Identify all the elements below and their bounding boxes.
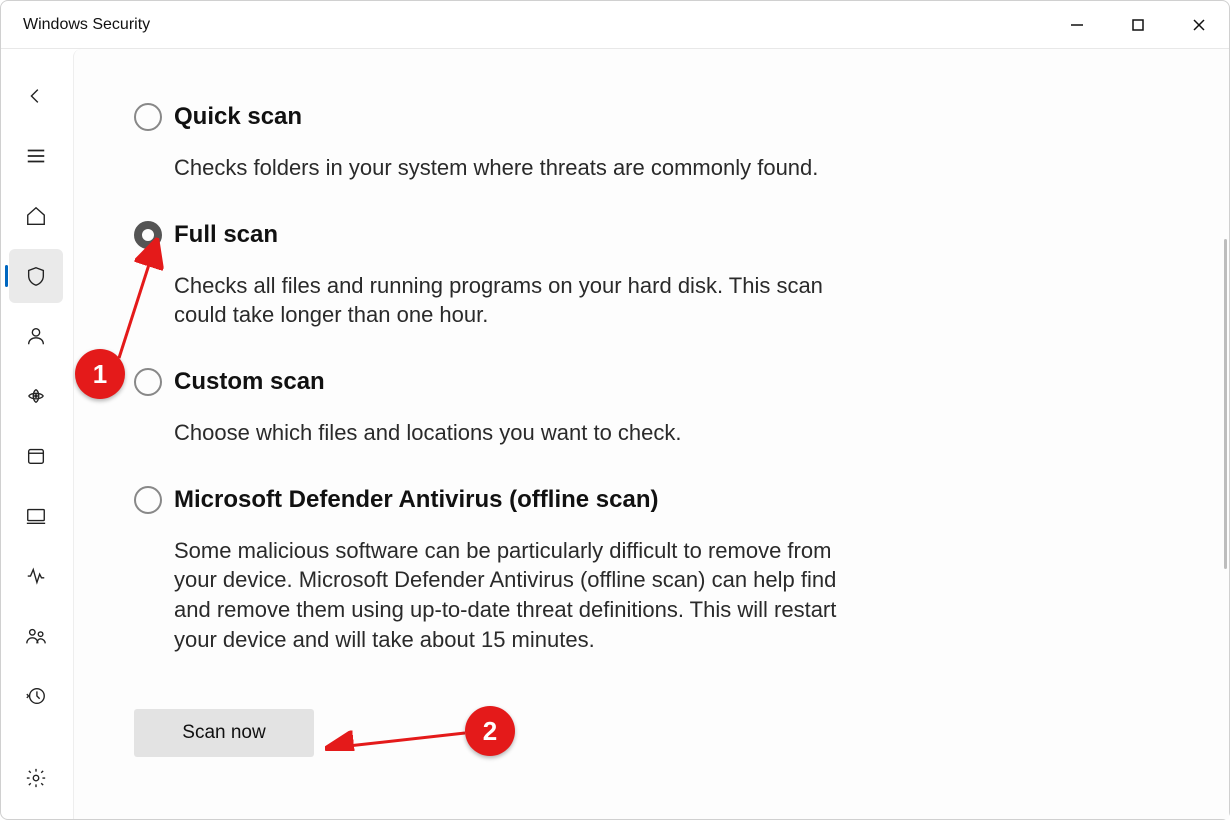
sidebar-item-firewall[interactable]: [9, 369, 63, 423]
radio-offline-scan[interactable]: [134, 486, 162, 514]
sidebar-item-device-security[interactable]: [9, 489, 63, 543]
option-offline-scan[interactable]: Microsoft Defender Antivirus (offline sc…: [134, 486, 874, 655]
app-title: Windows Security: [23, 16, 150, 34]
radio-full-scan[interactable]: [134, 221, 162, 249]
sidebar-item-family-options[interactable]: [9, 609, 63, 663]
sidebar-item-app-browser-control[interactable]: [9, 429, 63, 483]
maximize-button[interactable]: [1107, 1, 1168, 49]
sidebar-item-home[interactable]: [9, 189, 63, 243]
option-label: Microsoft Defender Antivirus (offline sc…: [174, 486, 874, 514]
option-description: Choose which files and locations you wan…: [174, 418, 874, 448]
title-bar: Windows Security: [1, 1, 1229, 49]
option-full-scan[interactable]: Full scan Checks all files and running p…: [134, 221, 874, 330]
sidebar-item-settings[interactable]: [9, 751, 63, 805]
sidebar: [1, 49, 73, 819]
scan-now-button[interactable]: Scan now: [134, 709, 314, 757]
option-custom-scan[interactable]: Custom scan Choose which files and locat…: [134, 368, 874, 448]
scrollbar-thumb[interactable]: [1224, 239, 1227, 569]
sidebar-item-virus-protection[interactable]: [9, 249, 63, 303]
option-label: Full scan: [174, 221, 874, 249]
back-button[interactable]: [9, 69, 63, 123]
option-description: Checks folders in your system where thre…: [174, 153, 874, 183]
sidebar-item-protection-history[interactable]: [9, 669, 63, 723]
minimize-button[interactable]: [1046, 1, 1107, 49]
option-description: Checks all files and running programs on…: [174, 271, 874, 330]
sidebar-item-account-protection[interactable]: [9, 309, 63, 363]
sidebar-item-device-performance[interactable]: [9, 549, 63, 603]
option-quick-scan[interactable]: Quick scan Checks folders in your system…: [134, 103, 874, 183]
option-label: Custom scan: [174, 368, 874, 396]
option-description: Some malicious software can be particula…: [174, 536, 874, 655]
content-area: Quick scan Checks folders in your system…: [73, 49, 1229, 819]
close-button[interactable]: [1168, 1, 1229, 49]
annotation-marker-2: 2: [465, 706, 515, 756]
radio-custom-scan[interactable]: [134, 368, 162, 396]
option-label: Quick scan: [174, 103, 874, 131]
radio-quick-scan[interactable]: [134, 103, 162, 131]
window-controls: [1046, 1, 1229, 49]
menu-button[interactable]: [9, 129, 63, 183]
annotation-marker-1: 1: [75, 349, 125, 399]
